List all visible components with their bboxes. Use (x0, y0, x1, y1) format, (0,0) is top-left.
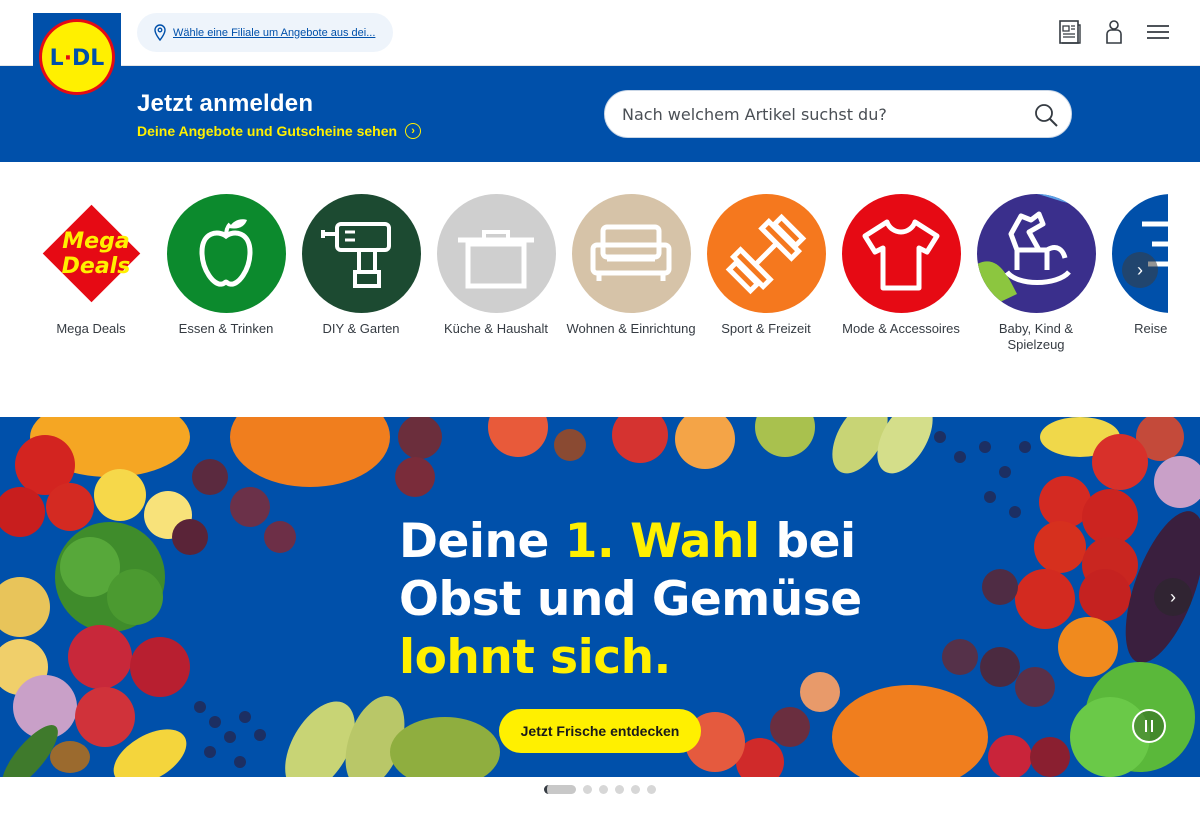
slide-dot-2[interactable] (583, 785, 592, 794)
category-baby[interactable]: Baby, Kind & Spielzeug (971, 194, 1101, 353)
top-bar: L·DL Wähle eine Filiale um Angebote aus … (0, 0, 1200, 101)
login-title[interactable]: Jetzt anmelden (137, 90, 313, 118)
slide-dot-4[interactable] (615, 785, 624, 794)
menu-icon[interactable] (1146, 24, 1170, 45)
hero-line1-a: Deine (399, 514, 565, 569)
mega-deals-line1: Mega (62, 229, 129, 254)
apple-icon (166, 194, 286, 313)
category-kitchen[interactable]: Küche & Haushalt (431, 194, 561, 337)
hero-line1-b: 1. Wahl (564, 514, 760, 569)
drill-icon (301, 194, 421, 313)
category-living[interactable]: Wohnen & Einrichtung (566, 194, 696, 337)
hero-headline: Deine 1. Wahl bei Obst und Gemüse lohnt … (399, 513, 862, 687)
hero-next-button[interactable]: › (1154, 578, 1192, 616)
pause-icon[interactable] (1132, 709, 1166, 743)
chevron-right-icon: › (405, 123, 422, 139)
hero-line3: lohnt sich. (399, 630, 671, 685)
slide-dot-1[interactable] (544, 785, 576, 794)
location-pin-icon (154, 23, 166, 41)
search-bar[interactable] (604, 90, 1072, 138)
hero-line2: Obst und Gemüse (399, 572, 862, 627)
search-icon[interactable] (1033, 102, 1059, 133)
category-fashion[interactable]: Mode & Accessoires (836, 194, 966, 337)
mega-deals-line2: Deals (61, 254, 130, 279)
slider-pagination (544, 785, 656, 794)
slide-dot-6[interactable] (647, 785, 656, 794)
login-band: Jetzt anmelden Deine Angebote und Gutsch… (0, 66, 1200, 162)
lidl-logo[interactable]: L·DL (33, 13, 121, 101)
category-label: Baby, Kind & Spielzeug (998, 321, 1074, 352)
category-label: Mode & Accessoires (842, 321, 960, 336)
store-selector-link[interactable]: Wähle eine Filiale um Angebote aus dei..… (173, 27, 375, 39)
category-label: Essen & Trinken (178, 321, 274, 336)
category-label: Sport & Freizeit (721, 321, 811, 336)
category-food[interactable]: Essen & Trinken (161, 194, 291, 337)
category-next-button[interactable]: › (1122, 252, 1158, 288)
slide-dot-3[interactable] (599, 785, 608, 794)
hero-cta-button[interactable]: Jetzt Frische entdecken (499, 709, 701, 753)
hero-line1-c: bei (759, 514, 856, 569)
category-sport[interactable]: Sport & Freizeit (701, 194, 831, 337)
search-input[interactable] (622, 104, 1012, 124)
category-diy[interactable]: DIY & Garten (296, 194, 426, 337)
category-carousel: Mega Deals Mega Deals Essen & Trinken DI… (0, 162, 1168, 417)
category-label: Mega Deals (56, 321, 126, 336)
category-label: Reise Experi (1134, 321, 1168, 336)
store-selector[interactable]: Wähle eine Filiale um Angebote aus dei..… (137, 13, 393, 52)
svg-text:L·DL: L·DL (50, 46, 105, 71)
mega-deals-badge: Mega Deals (32, 194, 151, 313)
category-label: Wohnen & Einrichtung (566, 321, 696, 336)
tshirt-icon (841, 194, 961, 313)
slide-dot-5[interactable] (631, 785, 640, 794)
login-subtitle-link[interactable]: Deine Angebote und Gutscheine sehen › (137, 123, 422, 139)
category-label: DIY & Garten (322, 321, 400, 336)
pot-icon (436, 194, 556, 313)
category-mega-deals[interactable]: Mega Deals Mega Deals (26, 194, 156, 337)
leaflet-icon[interactable] (1058, 19, 1082, 50)
login-subtitle[interactable]: Deine Angebote und Gutscheine sehen (137, 123, 397, 139)
hero-banner[interactable]: Deine 1. Wahl bei Obst und Gemüse lohnt … (0, 417, 1200, 777)
user-icon[interactable] (1104, 19, 1124, 50)
category-label: Küche & Haushalt (443, 321, 549, 336)
rocking-horse-icon (976, 194, 1096, 313)
sofa-icon (571, 194, 691, 313)
dumbbell-icon (706, 194, 826, 313)
